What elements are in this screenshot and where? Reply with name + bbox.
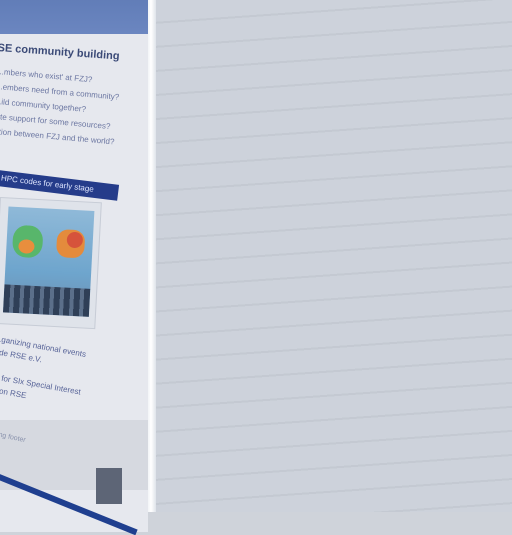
footer-strip	[0, 420, 148, 490]
lower-text-block: ...ganizing national events ...de RSE e.…	[0, 332, 144, 421]
map-figure	[2, 206, 95, 317]
poster-header-band	[0, 0, 148, 34]
dark-block	[96, 468, 122, 504]
figure-bars	[2, 284, 91, 317]
bullet-list: ...mbers who exist' at FZJ? ...embers ne…	[0, 64, 147, 152]
section-banner: HPC codes for early stage	[0, 170, 120, 201]
section-title: SE community building	[0, 42, 120, 63]
background-wall	[152, 0, 512, 512]
poster-page: SE community building ...mbers who exist…	[0, 0, 148, 532]
figure-frame	[0, 197, 102, 330]
